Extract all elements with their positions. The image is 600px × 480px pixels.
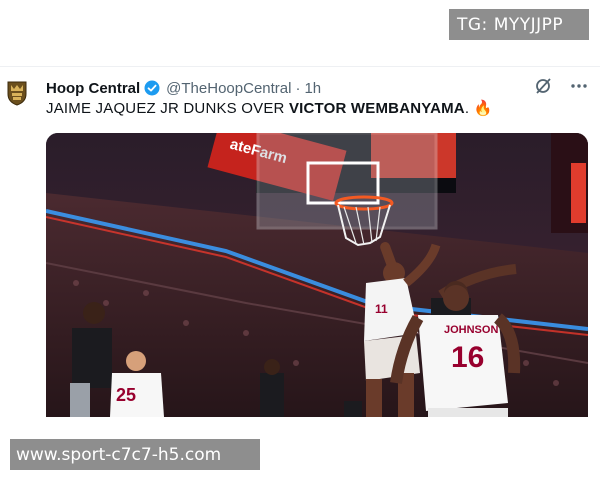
bottom-watermark: www.sport-c7c7-h5.com [10,439,260,470]
separator-dot: · [295,79,301,97]
header-actions [534,77,588,95]
timestamp[interactable]: 1h [304,80,321,97]
top-watermark: TG: MYYJJPP [449,9,589,40]
jersey-right-name: JOHNSON [444,324,498,336]
tweet-card[interactable]: Hoop Central @TheHoopCentral · 1h JAIME … [0,66,600,417]
tweet-text-plain: JAIME JAQUEZ JR DUNKS OVER [46,100,289,117]
display-name[interactable]: Hoop Central [46,80,140,97]
verified-badge-icon [144,80,160,96]
jersey-right-number: 16 [451,341,484,374]
more-icon[interactable] [570,77,588,95]
dunk-photo: ateFarm 11 JOHNSON 16 25 [46,133,588,417]
jersey-left-number: 11 [375,302,388,316]
avatar-logo[interactable] [6,80,28,106]
tweet-media[interactable]: ateFarm 11 JOHNSON 16 25 [46,133,588,417]
tweet-header: Hoop Central @TheHoopCentral · 1h [46,77,590,99]
tweet-text: JAIME JAQUEZ JR DUNKS OVER VICTOR WEMBAN… [46,99,492,117]
tweet-text-end: . 🔥 [464,100,493,117]
tweet-text-bold: VICTOR WEMBANYAMA [288,100,465,117]
jersey-bottom-left-number: 25 [116,385,136,405]
backboard [256,133,438,230]
grok-icon[interactable] [534,77,552,95]
user-handle[interactable]: @TheHoopCentral [166,80,291,97]
